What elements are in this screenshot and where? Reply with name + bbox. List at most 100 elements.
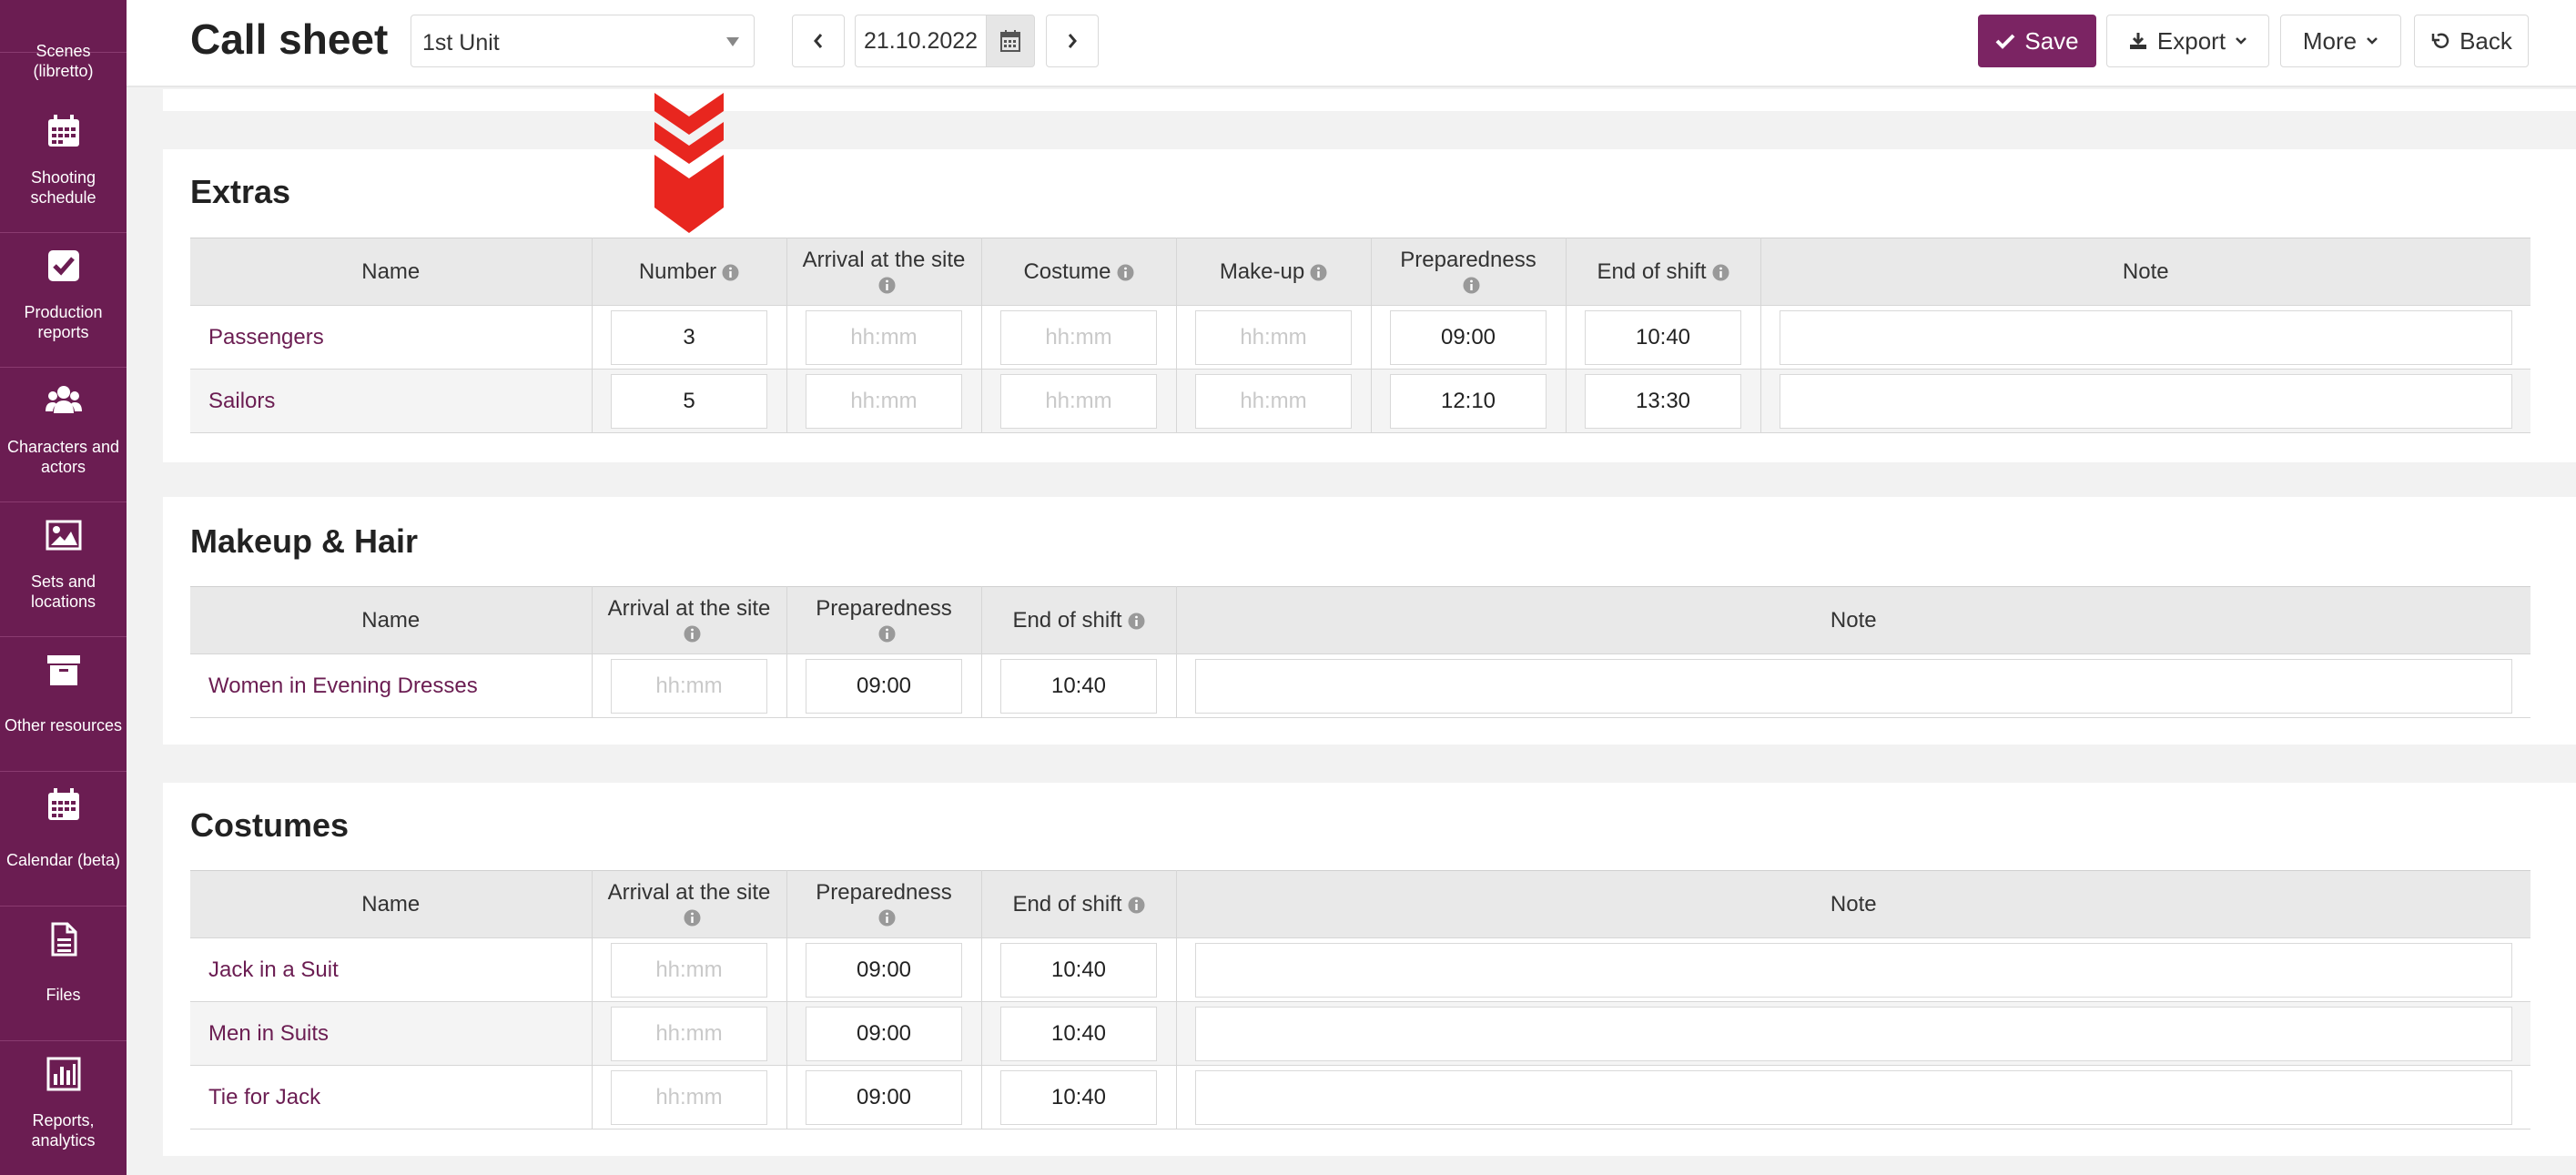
costume-name-link[interactable]: Tie for Jack — [208, 1085, 320, 1109]
extra-name-link[interactable]: Sailors — [208, 389, 275, 413]
sidebar-item-production-reports[interactable]: Production reports — [0, 233, 127, 368]
column-header-end-of-shift: End of shift — [980, 870, 1177, 938]
column-header-note: Note — [1175, 586, 2530, 654]
table-row: Passengers 3 hh:mm hh:mm hh:mm 09:00 10:… — [190, 305, 2530, 370]
info-icon[interactable] — [1463, 277, 1480, 294]
sidebar-item-scenes[interactable]: Scenes (libretto) — [0, 0, 127, 80]
column-header-name: Name — [190, 586, 593, 654]
costumes-section: Costumes Name Arrival at the site Prepar… — [163, 783, 2576, 1156]
column-header-number: Number — [591, 238, 787, 306]
section-title: Costumes — [190, 806, 350, 844]
save-label: Save — [2024, 26, 2079, 55]
calendar-icon — [46, 113, 82, 149]
extras-section: Extras Name Number Arrival at the site C… — [163, 149, 2576, 462]
more-button[interactable]: More — [2280, 15, 2401, 67]
note-input[interactable] — [1779, 309, 2512, 365]
sidebar-item-reports[interactable]: Reports, analytics — [0, 1041, 127, 1175]
note-input[interactable] — [1194, 942, 2512, 998]
archive-icon — [46, 652, 82, 688]
list-icon — [46, 0, 82, 25]
end-of-shift-input[interactable]: 10:40 — [1000, 658, 1157, 714]
costume-name-link[interactable]: Jack in a Suit — [208, 957, 339, 982]
download-icon — [2129, 33, 2146, 49]
note-input[interactable] — [1194, 1069, 2512, 1125]
end-of-shift-input[interactable]: 10:40 — [1000, 942, 1157, 998]
calendar-icon — [46, 786, 82, 823]
info-icon[interactable] — [1117, 264, 1134, 281]
file-icon — [46, 921, 82, 957]
sidebar-item-characters[interactable]: Characters and actors — [0, 368, 127, 502]
info-icon[interactable] — [1128, 613, 1145, 630]
sidebar-item-files[interactable]: Files — [0, 907, 127, 1041]
arrival-input[interactable]: hh:mm — [611, 942, 767, 998]
preparedness-input[interactable]: 12:10 — [1390, 373, 1547, 429]
info-icon[interactable] — [878, 625, 896, 643]
back-button[interactable]: Back — [2414, 15, 2529, 67]
info-icon[interactable] — [878, 909, 896, 927]
date-picker-button[interactable] — [986, 15, 1035, 67]
sidebar-item-other-resources[interactable]: Other resources — [0, 637, 127, 772]
arrival-input[interactable]: hh:mm — [806, 373, 962, 429]
number-input[interactable]: 5 — [611, 373, 767, 429]
note-input[interactable] — [1194, 658, 2512, 714]
column-header-preparedness: Preparedness — [1370, 238, 1567, 306]
info-icon[interactable] — [684, 909, 701, 927]
sidebar-item-sets-locations[interactable]: Sets and locations — [0, 502, 127, 637]
section-title: Extras — [190, 173, 291, 210]
extra-name-link[interactable]: Passengers — [208, 325, 324, 349]
costume-name-link[interactable]: Men in Suits — [208, 1021, 329, 1046]
table-row: Tie for Jack hh:mm 09:00 10:40 — [190, 1065, 2530, 1129]
back-label: Back — [2459, 26, 2512, 55]
makeup-time-input[interactable]: hh:mm — [1195, 309, 1352, 365]
end-of-shift-input[interactable]: 13:30 — [1585, 373, 1741, 429]
column-header-note: Note — [1175, 870, 2530, 938]
unit-select-value: 1st Unit — [422, 30, 500, 56]
column-header-end-of-shift: End of shift — [980, 586, 1177, 654]
number-input[interactable]: 3 — [611, 309, 767, 365]
section-title: Makeup & Hair — [190, 522, 419, 560]
date-input[interactable]: 21.10.2022 — [855, 15, 986, 67]
arrival-input[interactable]: hh:mm — [611, 1069, 767, 1125]
preparedness-input[interactable]: 09:00 — [806, 658, 962, 714]
preparedness-input[interactable]: 09:00 — [806, 942, 962, 998]
preparedness-input[interactable]: 09:00 — [806, 1006, 962, 1061]
info-icon[interactable] — [722, 264, 739, 281]
end-of-shift-input[interactable]: 10:40 — [1000, 1006, 1157, 1061]
chevron-down-icon — [2367, 37, 2378, 45]
check-icon — [1995, 34, 2015, 49]
prev-date-button[interactable] — [792, 15, 845, 67]
end-of-shift-input[interactable]: 10:40 — [1585, 309, 1741, 365]
arrival-input[interactable]: hh:mm — [611, 658, 767, 714]
save-button[interactable]: Save — [1978, 15, 2096, 67]
makeup-time-input[interactable]: hh:mm — [1195, 373, 1352, 429]
next-date-button[interactable] — [1046, 15, 1099, 67]
info-icon[interactable] — [878, 277, 896, 294]
makeup-name-link[interactable]: Women in Evening Dresses — [208, 674, 478, 698]
column-header-costume: Costume — [980, 238, 1177, 306]
bar-chart-icon — [46, 1056, 82, 1092]
unit-select[interactable]: 1st Unit — [411, 15, 755, 67]
sidebar-item-label: Other resources — [4, 716, 123, 734]
caret-down-icon — [726, 37, 739, 46]
info-icon[interactable] — [684, 625, 701, 643]
end-of-shift-input[interactable]: 10:40 — [1000, 1069, 1157, 1125]
sidebar-item-shooting-schedule[interactable]: Shooting schedule — [0, 98, 127, 233]
arrival-input[interactable]: hh:mm — [806, 309, 962, 365]
preparedness-input[interactable]: 09:00 — [806, 1069, 962, 1125]
info-icon[interactable] — [1712, 264, 1729, 281]
export-button[interactable]: Export — [2106, 15, 2269, 67]
note-input[interactable] — [1779, 373, 2512, 429]
info-icon[interactable] — [1128, 896, 1145, 914]
top-toolbar: Call sheet 1st Unit 21.10.2022 Save Expo… — [127, 0, 2576, 87]
column-header-end-of-shift: End of shift — [1565, 238, 1761, 306]
arrival-input[interactable]: hh:mm — [611, 1006, 767, 1061]
info-icon[interactable] — [1310, 264, 1327, 281]
note-input[interactable] — [1194, 1006, 2512, 1061]
table-row: Jack in a Suit hh:mm 09:00 10:40 — [190, 937, 2530, 1002]
costume-time-input[interactable]: hh:mm — [1000, 309, 1157, 365]
sidebar-item-calendar[interactable]: Calendar (beta) — [0, 772, 127, 907]
costume-time-input[interactable]: hh:mm — [1000, 373, 1157, 429]
preparedness-input[interactable]: 09:00 — [1390, 309, 1547, 365]
sidebar-item-label: Calendar (beta) — [5, 851, 121, 869]
column-header-arrival: Arrival at the site — [591, 586, 787, 654]
